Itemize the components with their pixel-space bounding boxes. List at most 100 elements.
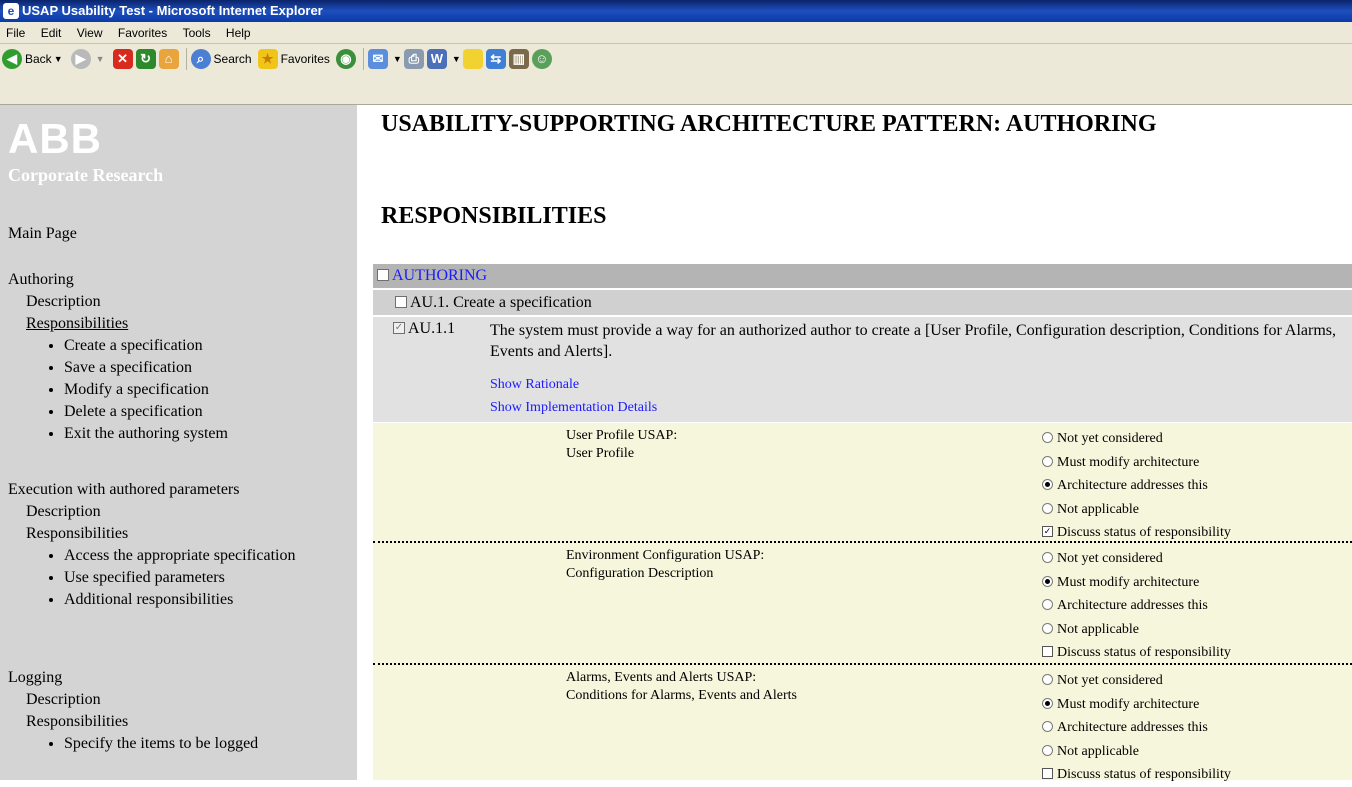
option-label: Not applicable — [1057, 621, 1140, 637]
menu-bar: File Edit View Favorites Tools Help — [0, 22, 1352, 44]
edit-dropdown-icon[interactable]: ▼ — [452, 54, 461, 64]
option-not-applicable[interactable]: Not applicable — [1042, 618, 1231, 642]
note-icon[interactable] — [462, 49, 483, 69]
radio-button[interactable] — [1042, 674, 1053, 686]
home-icon[interactable]: ⌂ — [158, 49, 179, 69]
option-architecture-addresses[interactable]: Architecture addresses this — [1042, 474, 1231, 498]
nav-execution-title[interactable]: Execution with authored parameters — [8, 479, 348, 501]
option-not-yet-considered[interactable]: Not yet considered — [1042, 547, 1231, 571]
research-icon[interactable]: ▥ — [508, 49, 529, 69]
star-icon: ★ — [257, 49, 278, 69]
favorites-button[interactable]: ★ Favorites — [257, 49, 330, 69]
back-dropdown-icon[interactable]: ▼ — [54, 54, 63, 64]
related-links-icon[interactable]: ⇆ — [485, 49, 506, 69]
nav-list-item[interactable]: Use specified parameters — [64, 567, 304, 589]
radio-button[interactable] — [1042, 599, 1053, 611]
option-label: Not applicable — [1057, 501, 1140, 517]
usap-name: Alarms, Events and Alerts USAP: Conditio… — [566, 669, 797, 705]
authoring-checkbox[interactable] — [377, 269, 389, 282]
discuss-checkbox-row[interactable]: ✓ Discuss status of responsibility — [1042, 521, 1231, 545]
forward-dropdown-icon[interactable]: ▼ — [96, 54, 105, 64]
page-title: USABILITY-SUPPORTING ARCHITECTURE PATTER… — [381, 111, 1157, 137]
usap-title: Environment Configuration USAP: — [566, 548, 765, 563]
radio-button[interactable] — [1042, 622, 1053, 634]
print-icon[interactable]: ⎙ — [403, 49, 424, 69]
nav-list-item[interactable]: Save a specification — [64, 357, 348, 379]
logo-main: ABB — [8, 115, 102, 162]
stop-icon[interactable]: ✕ — [112, 49, 133, 69]
back-button[interactable]: ◀ Back ▼ — [2, 49, 65, 69]
menu-tools[interactable]: Tools — [177, 22, 217, 44]
menu-favorites[interactable]: Favorites — [112, 22, 173, 44]
discuss-checkbox-row[interactable]: Discuss status of responsibility — [1042, 763, 1231, 787]
radio-button-selected[interactable] — [1042, 697, 1053, 709]
forward-button[interactable]: ▶ ▼ — [70, 49, 107, 69]
menu-edit[interactable]: Edit — [35, 22, 68, 44]
radio-button[interactable] — [1042, 552, 1053, 564]
menu-help[interactable]: Help — [220, 22, 257, 44]
au11-row: ✓ AU.1.1 The system must provide a way fo… — [373, 317, 1352, 422]
search-button[interactable]: ⌕ Search — [190, 49, 252, 69]
authoring-link[interactable]: AUTHORING — [392, 267, 487, 284]
nav-authoring-description[interactable]: Description — [8, 291, 348, 313]
nav-logging-responsibilities[interactable]: Responsibilities — [8, 711, 348, 733]
nav-list-item[interactable]: Create a specification — [64, 335, 348, 357]
nav-logging-title[interactable]: Logging — [8, 667, 348, 689]
refresh-icon[interactable]: ↻ — [135, 49, 156, 69]
show-rationale-link[interactable]: Show Rationale — [490, 377, 579, 393]
option-label: Architecture addresses this — [1057, 720, 1208, 735]
menu-file[interactable]: File — [0, 22, 31, 44]
mail-dropdown-icon[interactable]: ▼ — [393, 54, 402, 64]
nav-list-item[interactable]: Exit the authoring system — [64, 423, 348, 445]
au11-checkbox[interactable]: ✓ — [393, 322, 405, 335]
option-must-modify[interactable]: Must modify architecture — [1042, 571, 1231, 595]
radio-button[interactable] — [1042, 721, 1053, 733]
au1-checkbox[interactable] — [395, 296, 407, 309]
discuss-checkbox[interactable]: ✓ — [1042, 526, 1053, 538]
radio-button[interactable] — [1042, 432, 1053, 444]
logo-sub: Corporate Research — [8, 165, 164, 185]
radio-button[interactable] — [1042, 502, 1053, 514]
au11-header: ✓ AU.1.1 — [393, 320, 455, 338]
discuss-label: Discuss status of responsibility — [1057, 525, 1231, 540]
option-must-modify[interactable]: Must modify architecture — [1042, 693, 1231, 717]
search-label: Search — [213, 52, 252, 66]
radio-button-selected[interactable] — [1042, 575, 1053, 587]
discuss-checkbox[interactable] — [1042, 646, 1053, 658]
nav-logging-description[interactable]: Description — [8, 689, 348, 711]
nav-list-item[interactable]: Additional responsibilities — [64, 589, 304, 611]
nav-list-item[interactable]: Access the appropriate specification — [64, 545, 304, 567]
mail-icon[interactable]: ✉ — [367, 49, 388, 69]
option-not-applicable[interactable]: Not applicable — [1042, 498, 1231, 522]
option-not-applicable[interactable]: Not applicable — [1042, 740, 1231, 764]
nav-authoring-responsibilities[interactable]: Responsibilities — [8, 313, 348, 335]
forward-arrow-icon: ▶ — [70, 49, 91, 69]
radio-button[interactable] — [1042, 744, 1053, 756]
option-not-yet-considered[interactable]: Not yet considered — [1042, 669, 1231, 693]
option-must-modify[interactable]: Must modify architecture — [1042, 451, 1231, 475]
radio-button-selected[interactable] — [1042, 479, 1053, 491]
menu-view[interactable]: View — [71, 22, 109, 44]
search-icon: ⌕ — [190, 49, 211, 69]
nav-list-item[interactable]: Specify the items to be logged — [64, 733, 264, 755]
usap-block-alarms-events-alerts: Alarms, Events and Alerts USAP: Conditio… — [373, 665, 1352, 782]
option-architecture-addresses[interactable]: Architecture addresses this — [1042, 594, 1231, 618]
word-edit-icon[interactable]: W — [426, 49, 447, 69]
nav-list-item[interactable]: Delete a specification — [64, 401, 348, 423]
discuss-checkbox-row[interactable]: Discuss status of responsibility — [1042, 641, 1231, 665]
window-title-bar: e USAP Usability Test - Microsoft Intern… — [0, 0, 1352, 22]
discuss-checkbox[interactable] — [1042, 768, 1053, 780]
option-not-yet-considered[interactable]: Not yet considered — [1042, 427, 1231, 451]
nav-main-page[interactable]: Main Page — [8, 223, 348, 245]
nav-execution-responsibilities[interactable]: Responsibilities — [8, 523, 348, 545]
nav-list-item[interactable]: Modify a specification — [64, 379, 348, 401]
au1-label: AU.1. Create a specification — [410, 294, 592, 311]
media-icon[interactable]: ◉ — [335, 49, 356, 69]
radio-button[interactable] — [1042, 455, 1053, 467]
nav-execution-description[interactable]: Description — [8, 501, 348, 523]
option-label: Must modify architecture — [1057, 574, 1200, 590]
option-architecture-addresses[interactable]: Architecture addresses this — [1042, 716, 1231, 740]
nav-authoring-title[interactable]: Authoring — [8, 269, 348, 291]
messenger-icon[interactable]: ☺ — [531, 49, 552, 69]
show-implementation-link[interactable]: Show Implementation Details — [490, 400, 657, 416]
